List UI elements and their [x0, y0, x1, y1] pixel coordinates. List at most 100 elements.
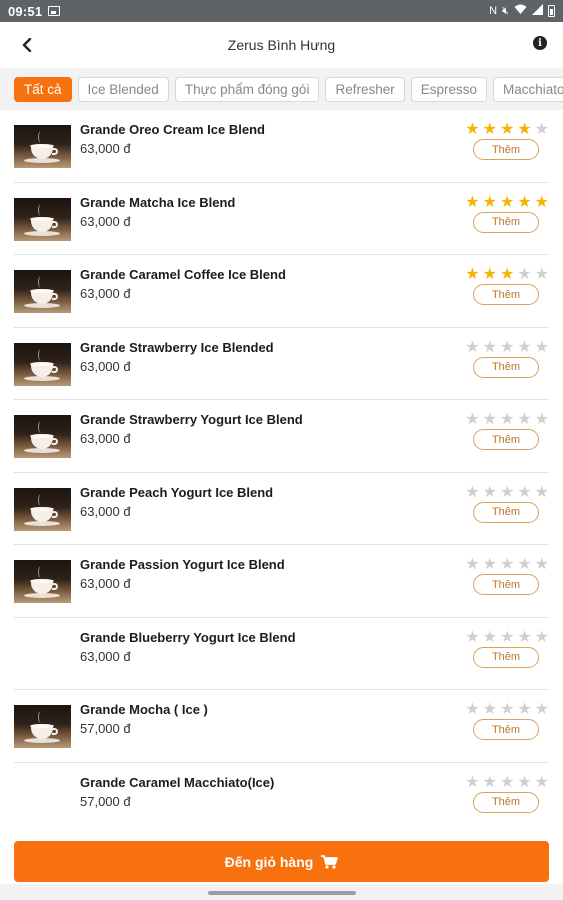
product-thumbnail: [14, 560, 71, 603]
tab-espresso[interactable]: Espresso: [410, 77, 488, 102]
star-icon: ★: [465, 699, 480, 718]
star-icon: ★: [499, 699, 515, 718]
tab-refresher[interactable]: Refresher: [325, 77, 405, 102]
product-thumbnail: [14, 197, 71, 241]
rating-stars: ★ ★ ★ ★ ★: [465, 191, 549, 211]
product-price: 63,000 đ: [80, 213, 131, 229]
star-icon: ★: [534, 626, 549, 646]
star-icon: ★: [465, 191, 480, 211]
rating-stars: ★ ★ ★ ★ ★: [465, 121, 549, 137]
star-icon: ★: [482, 771, 497, 791]
star-icon: ★: [499, 771, 515, 791]
star-icon: ★: [517, 481, 532, 501]
rating-stars: ★ ★ ★ ★ ★: [465, 626, 549, 646]
tab-macchiato[interactable]: Macchiato: [493, 77, 563, 102]
add-button[interactable]: Thêm: [473, 574, 539, 595]
list-item[interactable]: Grande Caramel Coffee Ice Blend 63,000 đ ★…: [14, 255, 549, 328]
category-tabs: Tất cả Ice Blended Thực phẩm đóng gói Refre…: [0, 68, 563, 110]
star-icon: ★: [517, 409, 532, 428]
add-button[interactable]: Thêm: [473, 719, 539, 740]
star-icon: ★: [465, 336, 480, 356]
product-price: 63,000 đ: [80, 648, 131, 664]
add-button[interactable]: Thêm: [473, 646, 539, 668]
back-button[interactable]: [14, 32, 40, 58]
list-item[interactable]: Grande Caramel Macchiato(Ice) 57,000 đ ★ ★ ★…: [14, 763, 549, 836]
list-item[interactable]: Grande Mocha ( Ice ) 57,000 đ ★ ★ ★ ★ ★ Thêm: [14, 690, 549, 763]
list-item[interactable]: Grande Strawberry Ice Blended 63,000 đ ★ ★ ★…: [14, 328, 549, 400]
star-icon: ★: [499, 119, 515, 138]
product-thumbnail: [14, 705, 71, 748]
product-name: Grande Blueberry Yogurt Ice Blend: [80, 629, 296, 645]
star-icon: ★: [517, 626, 532, 646]
star-icon: ★: [534, 481, 549, 501]
star-icon: ★: [499, 336, 515, 356]
product-price: 63,000 đ: [80, 358, 131, 374]
star-icon: ★: [517, 119, 532, 138]
product-price: 63,000 đ: [80, 576, 131, 591]
add-button[interactable]: Thêm: [473, 501, 539, 523]
star-icon: ★: [482, 191, 497, 211]
add-button[interactable]: Thêm: [473, 139, 539, 160]
cart-icon: [321, 854, 339, 869]
go-to-cart-button[interactable]: Đến giỏ hàng: [14, 841, 549, 882]
rating-stars: ★ ★ ★ ★ ★: [465, 701, 549, 717]
star-icon: ★: [534, 191, 549, 211]
star-icon: ★: [482, 481, 497, 501]
tab-tất-cả[interactable]: Tất cả: [14, 77, 72, 102]
star-icon: ★: [499, 191, 515, 211]
star-icon: ★: [534, 699, 549, 718]
header: Zerus Bình Hưng i: [0, 22, 563, 68]
cart-button-label: Đến giỏ hàng: [224, 853, 314, 870]
signal-icon: [532, 4, 543, 18]
star-icon: ★: [517, 191, 532, 211]
star-icon: ★: [482, 626, 497, 646]
product-price: 63,000 đ: [80, 141, 131, 156]
product-name: Grande Peach Yogurt Ice Blend: [80, 484, 274, 500]
star-icon: ★: [482, 554, 497, 573]
star-icon: ★: [465, 626, 480, 646]
add-button[interactable]: Thêm: [473, 429, 539, 450]
list-item[interactable]: Grande Passion Yogurt Ice Blend 63,000 đ ★…: [14, 545, 549, 618]
list-item[interactable]: Grande Strawberry Yogurt Ice Blend 63,000…: [14, 400, 549, 473]
product-price: 57,000 đ: [80, 721, 131, 736]
star-icon: ★: [465, 409, 480, 428]
add-button[interactable]: Thêm: [473, 356, 539, 378]
star-icon: ★: [534, 336, 549, 356]
star-icon: ★: [517, 771, 532, 791]
store-title: Zerus Bình Hưng: [227, 37, 336, 53]
list-item[interactable]: Grande Matcha Ice Blend 63,000 đ ★ ★ ★ ★ ★ Thêm: [14, 183, 549, 255]
tab-thực-phẩm-đóng-gói[interactable]: Thực phẩm đóng gói: [174, 77, 320, 102]
product-name: Grande Strawberry Ice Blended: [80, 339, 274, 355]
product-name: Grande Caramel Coffee Ice Blend: [80, 267, 286, 282]
battery-icon: [548, 5, 555, 17]
star-icon: ★: [482, 336, 497, 356]
star-icon: ★: [482, 119, 497, 138]
star-icon: ★: [534, 119, 549, 138]
star-icon: ★: [465, 119, 480, 138]
star-icon: ★: [482, 264, 497, 283]
list-item[interactable]: Grande Peach Yogurt Ice Blend 63,000 đ ★ ★ ★…: [14, 473, 549, 545]
list-item[interactable]: Grande Oreo Cream Ice Blend 63,000 đ ★ ★ ★ ★ ★…: [14, 110, 549, 183]
add-button[interactable]: Thêm: [473, 211, 539, 233]
gesture-handle[interactable]: [208, 891, 356, 895]
star-icon: ★: [517, 699, 532, 718]
rating-stars: ★ ★ ★ ★ ★: [465, 556, 549, 572]
info-button[interactable]: i: [533, 36, 547, 50]
product-name: Grande Passion Yogurt Ice Blend: [80, 557, 285, 572]
product-price: 63,000 đ: [80, 431, 131, 446]
status-bar: 09:51 N 🔇︎: [0, 0, 563, 22]
tab-ice-blended[interactable]: Ice Blended: [77, 77, 169, 102]
product-price: 57,000 đ: [80, 793, 131, 809]
list-item[interactable]: Grande Blueberry Yogurt Ice Blend 63,000 …: [14, 618, 549, 690]
info-icon: i: [538, 37, 542, 49]
add-button[interactable]: Thêm: [473, 791, 539, 813]
product-name: Grande Mocha ( Ice ): [80, 702, 208, 717]
star-icon: ★: [534, 264, 549, 283]
star-icon: ★: [517, 264, 532, 283]
star-icon: ★: [517, 554, 532, 573]
rating-stars: ★ ★ ★ ★ ★: [465, 336, 549, 356]
product-thumbnail: [14, 342, 71, 386]
product-list: Grande Oreo Cream Ice Blend 63,000 đ ★ ★ ★ ★ ★…: [0, 110, 563, 835]
add-button[interactable]: Thêm: [473, 284, 539, 305]
chevron-left-icon: [22, 38, 32, 52]
